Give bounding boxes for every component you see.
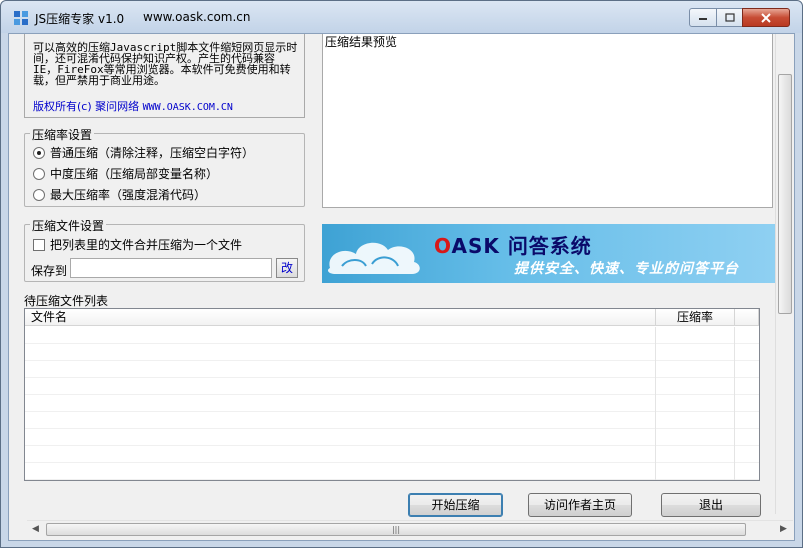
- radio-medium-compression[interactable]: 中度压缩（压缩局部变量名称）: [33, 165, 218, 182]
- radio-normal-indicator[interactable]: [33, 146, 45, 159]
- merge-files-checkbox[interactable]: [33, 238, 45, 251]
- maximize-button[interactable]: [716, 8, 743, 27]
- column-header-ratio[interactable]: 压缩率: [656, 309, 735, 326]
- compression-group-title: 压缩率设置: [30, 126, 95, 143]
- scroll-right-arrow-icon[interactable]: ▶: [775, 521, 792, 538]
- cloud-logo-icon: [328, 242, 420, 274]
- copyright-text: 版权所有(c) 聚问网络: [33, 100, 140, 113]
- vertical-scroll-thumb[interactable]: [778, 74, 792, 314]
- save-to-label: 保存到: [31, 264, 68, 278]
- file-list-label: 待压缩文件列表: [24, 294, 109, 308]
- close-button[interactable]: [742, 8, 790, 27]
- compression-group: 压缩率设置 普通压缩（清除注释，压缩空白字符） 中度压缩（压缩局部变量名称） 最…: [24, 126, 305, 207]
- radio-normal-label: 普通压缩（清除注释，压缩空白字符）: [50, 146, 255, 160]
- banner-subtitle: 提供安全、快速、专业的问答平台: [514, 261, 739, 277]
- title-bar[interactable]: JS压缩专家 v1.0 www.oask.com.cn: [1, 1, 802, 33]
- column-header-filename[interactable]: 文件名: [25, 309, 656, 326]
- column-header-blank[interactable]: [735, 309, 759, 326]
- window-title-url: www.oask.com.cn: [143, 10, 251, 24]
- scroll-left-arrow-icon[interactable]: ◀: [27, 521, 44, 538]
- radio-medium-label: 中度压缩（压缩局部变量名称）: [50, 167, 219, 181]
- file-list[interactable]: 文件名 压缩率: [24, 308, 760, 481]
- copyright-url[interactable]: WWW.OASK.COM.CN: [143, 102, 233, 113]
- change-path-button[interactable]: 改: [276, 258, 298, 278]
- preview-textarea[interactable]: 压缩结果预览: [322, 34, 773, 208]
- intro-text: 可以高效的压缩Javascript脚本文件缩短网页显示时间，还可混淆代码保护知识…: [33, 41, 298, 87]
- vertical-scrollbar[interactable]: [775, 34, 793, 514]
- copyright-line[interactable]: 版权所有(c) 聚问网络 WWW.OASK.COM.CN: [33, 98, 298, 114]
- radio-medium-indicator[interactable]: [33, 167, 45, 180]
- oask-banner[interactable]: OASK 问答系统 提供安全、快速、专业的问答平台: [322, 224, 775, 283]
- start-compress-button[interactable]: 开始压缩: [408, 493, 503, 517]
- file-list-body[interactable]: [25, 327, 759, 480]
- exit-button[interactable]: 退出: [661, 493, 761, 517]
- merge-files-label: 把列表里的文件合并压缩为一个文件: [50, 238, 243, 252]
- radio-max-label: 最大压缩率（强度混淆代码）: [50, 188, 207, 202]
- radio-max-indicator[interactable]: [33, 188, 45, 201]
- close-icon: [761, 12, 771, 23]
- app-icon: [14, 11, 28, 25]
- minimize-button[interactable]: [689, 8, 717, 27]
- radio-normal-compression[interactable]: 普通压缩（清除注释，压缩空白字符）: [33, 144, 254, 161]
- minimize-icon: [699, 17, 707, 20]
- horizontal-scrollbar[interactable]: ◀ ||| ▶: [27, 520, 793, 537]
- horizontal-scroll-thumb[interactable]: |||: [46, 523, 746, 536]
- window-title: JS压缩专家 v1.0: [35, 12, 125, 26]
- radio-max-compression[interactable]: 最大压缩率（强度混淆代码）: [33, 186, 206, 203]
- visit-author-button[interactable]: 访问作者主页: [528, 493, 632, 517]
- intro-panel: 可以高效的压缩Javascript脚本文件缩短网页显示时间，还可混淆代码保护知识…: [24, 34, 305, 118]
- banner-title: OASK 问答系统: [434, 234, 592, 258]
- file-list-header: 文件名 压缩率: [25, 309, 759, 326]
- merge-files-checkbox-row[interactable]: 把列表里的文件合并压缩为一个文件: [33, 236, 242, 253]
- maximize-icon: [724, 13, 735, 22]
- app-window: JS压缩专家 v1.0 www.oask.com.cn 可以高效的压缩Javas…: [0, 0, 803, 548]
- save-to-input[interactable]: [70, 258, 272, 278]
- file-settings-group-title: 压缩文件设置: [30, 217, 107, 234]
- file-settings-group: 压缩文件设置 把列表里的文件合并压缩为一个文件 保存到 改: [24, 217, 305, 282]
- client-area: 可以高效的压缩Javascript脚本文件缩短网页显示时间，还可混淆代码保护知识…: [8, 33, 795, 541]
- preview-label: 压缩结果预览: [325, 35, 398, 49]
